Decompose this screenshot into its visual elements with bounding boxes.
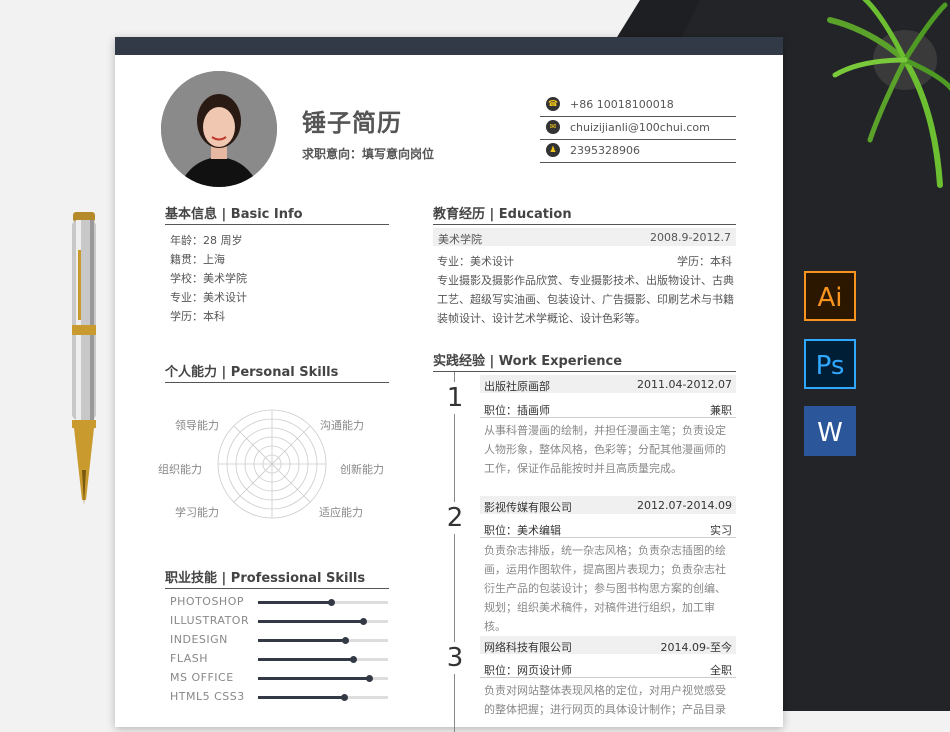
radar-chart [217, 409, 327, 519]
skill-bar-knob [350, 656, 357, 663]
job-number-2: 2 [443, 502, 467, 534]
skill-bar-fill [258, 677, 369, 680]
skill-name: INDESIGN [170, 633, 228, 646]
edu-major: 专业：美术设计 [437, 255, 514, 268]
job-3-role: 职位：网页设计师 [484, 664, 572, 677]
page-top-bar [115, 37, 783, 55]
ps-icon-label: Ps [815, 351, 845, 381]
contact-phone-text: +86 10018100018 [570, 98, 674, 111]
job-3-company: 网络科技有限公司 [484, 641, 572, 654]
info-school: 学校：美术学院 [170, 272, 247, 285]
avatar [161, 71, 277, 187]
skill-bar [258, 675, 388, 682]
skill-bar-knob [342, 637, 349, 644]
skill-bar-fill [258, 601, 331, 604]
job-2-description: 负责杂志排版，统一杂志风格；负责杂志插图的绘画，运用作图软件，提高图片表现力；负… [484, 544, 726, 633]
skill-name: FLASH [170, 652, 208, 665]
job-2-role: 职位：美术编辑 [484, 524, 561, 537]
skill-bar-knob [341, 694, 348, 701]
contact-phone: ☎ +86 10018100018 [540, 94, 736, 117]
job-3-role-row: 职位：网页设计师 全职 [480, 659, 736, 678]
skill-bar-fill [258, 639, 345, 642]
education-details: 专业：美术设计 学历：本科 [437, 253, 732, 269]
mail-icon: ✉ [546, 120, 560, 134]
ai-icon: Ai [804, 271, 856, 321]
skill-bar-knob [360, 618, 367, 625]
qq-icon: ♟ [546, 143, 560, 157]
skill-name: MS OFFICE [170, 671, 234, 684]
skill-bar [258, 694, 388, 701]
skill-bar-fill [258, 620, 363, 623]
contact-email: ✉ chuizijianli@100chui.com [540, 117, 736, 140]
job-2-type: 实习 [710, 524, 732, 537]
radar-label-leadership: 领导能力 [175, 419, 219, 432]
job-3-header: 网络科技有限公司 2014.09-至今 [480, 636, 736, 654]
timeline-line [454, 372, 455, 732]
skill-name: HTML5 CSS3 [170, 690, 245, 703]
job-3-description: 负责对网站整体表现风格的定位，对用户视觉感受的整体把握；进行网页的具体设计制作；… [484, 684, 726, 716]
job-1-company: 出版社原画部 [484, 380, 550, 393]
contact-qq: ♟ 2395328906 [540, 140, 736, 163]
info-age: 年龄：28 周岁 [170, 234, 243, 247]
radar-label-innovation: 创新能力 [340, 463, 384, 476]
edu-school: 美术学院 [438, 233, 482, 246]
skill-bar [258, 656, 388, 663]
edu-degree: 学历：本科 [677, 255, 732, 268]
info-origin: 籍贯：上海 [170, 253, 225, 266]
skill-bar-fill [258, 658, 353, 661]
info-major: 专业：美术设计 [170, 291, 247, 304]
radar-label-organization: 组织能力 [158, 463, 202, 476]
education-header: 美术学院 2008.9-2012.7 [433, 228, 736, 246]
word-icon: W [804, 406, 856, 456]
job-1-type: 兼职 [710, 404, 732, 417]
contact-qq-text: 2395328906 [570, 144, 640, 157]
job-1-description: 从事科普漫画的绘制，并担任漫画主笔；负责设定人物形象，整体风格，色彩等；分配其他… [484, 424, 726, 475]
education-title: 教育经历 | Education [433, 203, 736, 225]
job-intent: 求职意向：填写意向岗位 [302, 147, 435, 161]
job-1-role-row: 职位：插画师 兼职 [480, 399, 736, 418]
job-number-3: 3 [443, 642, 467, 674]
work-title: 实践经验 | Work Experience [433, 350, 736, 372]
job-1-period: 2011.04-2012.07 [637, 378, 732, 391]
edu-description: 专业摄影及摄影作品欣赏、专业摄影技术、出版物设计、古典工艺、超级写实油画、包装设… [437, 274, 734, 325]
skill-bar [258, 618, 388, 625]
skill-bar-knob [328, 599, 335, 606]
resume-page: 锤子简历 求职意向：填写意向岗位 ☎ +86 10018100018 ✉ chu… [115, 37, 783, 732]
skill-bar-knob [366, 675, 373, 682]
ai-icon-label: Ai [817, 283, 843, 313]
edu-period: 2008.9-2012.7 [650, 231, 731, 244]
job-3-period: 2014.09-至今 [660, 641, 732, 654]
skill-name: ILLUSTRATOR [170, 614, 250, 627]
job-3-type: 全职 [710, 664, 732, 677]
job-2-role-row: 职位：美术编辑 实习 [480, 519, 736, 538]
info-degree: 学历：本科 [170, 310, 225, 323]
personal-skills-title: 个人能力 | Personal Skills [165, 361, 389, 383]
resume-name: 锤子简历 [302, 109, 402, 137]
job-2-company: 影视传媒有限公司 [484, 501, 572, 514]
job-1-header: 出版社原画部 2011.04-2012.07 [480, 375, 736, 393]
ps-icon: Ps [804, 339, 856, 389]
skill-bar [258, 599, 388, 606]
radar-label-communication: 沟通能力 [320, 419, 364, 432]
job-2-header: 影视传媒有限公司 2012.07-2014.09 [480, 496, 736, 514]
job-2-period: 2012.07-2014.09 [637, 499, 732, 512]
job-number-1: 1 [443, 382, 467, 414]
skill-bar [258, 637, 388, 644]
radar-label-adaptability: 适应能力 [319, 506, 363, 519]
contact-email-text: chuizijianli@100chui.com [570, 121, 710, 134]
pen-illustration [72, 212, 96, 505]
radar-label-learning: 学习能力 [175, 506, 219, 519]
phone-icon: ☎ [546, 97, 560, 111]
basic-info-title: 基本信息 | Basic Info [165, 203, 389, 225]
professional-skills-title: 职业技能 | Professional Skills [165, 567, 389, 589]
job-1-role: 职位：插画师 [484, 404, 550, 417]
word-icon-label: W [817, 418, 843, 448]
skill-bar-fill [258, 696, 344, 699]
skill-name: PHOTOSHOP [170, 595, 244, 608]
